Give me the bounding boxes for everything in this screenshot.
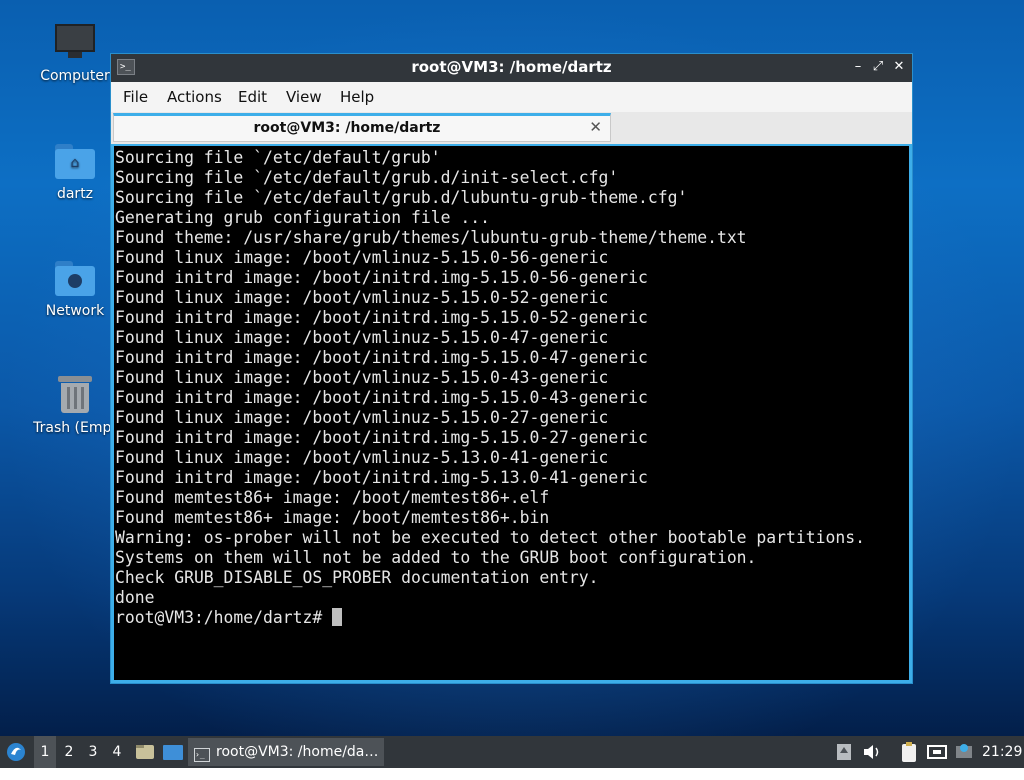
tray-network[interactable] — [926, 736, 948, 768]
terminal-line: Generating grub configuration file ... — [115, 208, 490, 227]
desktop: Computer ⌂ dartz Network Trash (Empt >_ … — [0, 0, 1024, 736]
terminal-line: Sourcing file `/etc/default/grub' — [115, 148, 441, 167]
terminal-line: done — [115, 588, 155, 607]
terminal-line: Found memtest86+ image: /boot/memtest86+… — [115, 508, 550, 527]
lubuntu-logo-icon — [7, 743, 25, 761]
monitor-icon — [54, 22, 96, 64]
workspace-3[interactable]: 3 — [82, 736, 104, 768]
menu-actions[interactable]: Actions — [167, 88, 222, 106]
network-icon — [927, 745, 947, 759]
start-menu-button[interactable] — [4, 736, 28, 768]
terminal-window: >_ root@VM3: /home/dartz – ⤢ ✕ File Acti… — [110, 53, 913, 684]
terminal-line: Found linux image: /boot/vmlinuz-5.15.0-… — [115, 368, 609, 387]
tab-bar: root@VM3: /home/dartz ✕ — [111, 112, 912, 144]
taskbar-task-terminal[interactable]: ›_ root@VM3: /home/da… — [188, 738, 384, 766]
terminal-line: Found initrd image: /boot/initrd.img-5.1… — [115, 388, 648, 407]
terminal-lines: Sourcing file `/etc/default/grub' Sourci… — [115, 148, 865, 607]
show-desktop-button[interactable] — [161, 736, 185, 768]
terminal-line: Found initrd image: /boot/initrd.img-5.1… — [115, 348, 648, 367]
taskbar: 1 2 3 4 ›_ root@VM3: /home/da… 21:29 — [0, 736, 1024, 768]
tab-terminal[interactable]: root@VM3: /home/dartz ✕ — [113, 113, 611, 142]
terminal-line: Warning: os-prober will not be executed … — [115, 528, 865, 547]
terminal-line: Found initrd image: /boot/initrd.img-5.1… — [115, 308, 648, 327]
menu-help[interactable]: Help — [340, 88, 374, 106]
terminal-line: Systems on them will not be added to the… — [115, 548, 757, 567]
terminal-line: Sourcing file `/etc/default/grub.d/init-… — [115, 168, 619, 187]
terminal-line: Found linux image: /boot/vmlinuz-5.15.0-… — [115, 248, 609, 267]
window-titlebar[interactable]: >_ root@VM3: /home/dartz – ⤢ ✕ — [111, 54, 912, 82]
terminal-line: Found linux image: /boot/vmlinuz-5.13.0-… — [115, 448, 609, 467]
menu-file[interactable]: File — [123, 88, 148, 106]
minimize-button[interactable]: – — [849, 58, 867, 76]
show-desktop-icon — [163, 745, 183, 760]
clipboard-icon — [902, 742, 916, 762]
system-monitor-icon — [956, 744, 972, 758]
terminal-prompt: root@VM3:/home/dartz# — [115, 608, 333, 627]
tray-volume[interactable] — [860, 736, 884, 768]
task-label: root@VM3: /home/da… — [216, 744, 379, 760]
tray-clipboard[interactable] — [898, 736, 920, 768]
terminal-line: Found theme: /usr/share/grub/themes/lubu… — [115, 228, 747, 247]
terminal-line: Check GRUB_DISABLE_OS_PROBER documentati… — [115, 568, 599, 587]
volume-icon — [864, 745, 879, 759]
terminal-line: Found linux image: /boot/vmlinuz-5.15.0-… — [115, 408, 609, 427]
menubar: File Actions Edit View Help — [111, 82, 912, 112]
terminal-line: Found initrd image: /boot/initrd.img-5.1… — [115, 428, 648, 447]
terminal-line: Sourcing file `/etc/default/grub.d/lubun… — [115, 188, 688, 207]
workspace-1[interactable]: 1 — [34, 736, 56, 768]
window-title: root@VM3: /home/dartz — [411, 58, 612, 76]
terminal-line: Found initrd image: /boot/initrd.img-5.1… — [115, 468, 648, 487]
terminal-line: Found linux image: /boot/vmlinuz-5.15.0-… — [115, 328, 609, 347]
close-button[interactable]: ✕ — [890, 58, 908, 76]
update-notifier-icon — [837, 744, 851, 760]
file-manager-launcher[interactable] — [134, 736, 156, 768]
maximize-button[interactable]: ⤢ — [869, 58, 887, 76]
terminal-line: Found memtest86+ image: /boot/memtest86+… — [115, 488, 550, 507]
terminal-output[interactable]: Sourcing file `/etc/default/grub' Sourci… — [114, 146, 909, 680]
menu-edit[interactable]: Edit — [238, 88, 267, 106]
text-cursor — [332, 608, 343, 626]
tab-close-icon[interactable]: ✕ — [589, 118, 602, 136]
menu-view[interactable]: View — [286, 88, 322, 106]
tab-label: root@VM3: /home/dartz — [253, 120, 441, 136]
workspace-2[interactable]: 2 — [58, 736, 80, 768]
clock[interactable]: 21:29 — [982, 736, 1022, 768]
terminal-task-icon: ›_ — [194, 748, 210, 762]
file-manager-icon — [136, 745, 154, 759]
home-folder-icon: ⌂ — [54, 140, 96, 182]
tray-updates[interactable] — [834, 736, 854, 768]
terminal-line: Found linux image: /boot/vmlinuz-5.15.0-… — [115, 288, 609, 307]
workspace-4[interactable]: 4 — [106, 736, 128, 768]
tray-bluetooth-or-info[interactable] — [953, 736, 975, 768]
network-folder-icon — [54, 257, 96, 299]
trash-icon — [54, 374, 96, 416]
terminal-line: Found initrd image: /boot/initrd.img-5.1… — [115, 268, 648, 287]
